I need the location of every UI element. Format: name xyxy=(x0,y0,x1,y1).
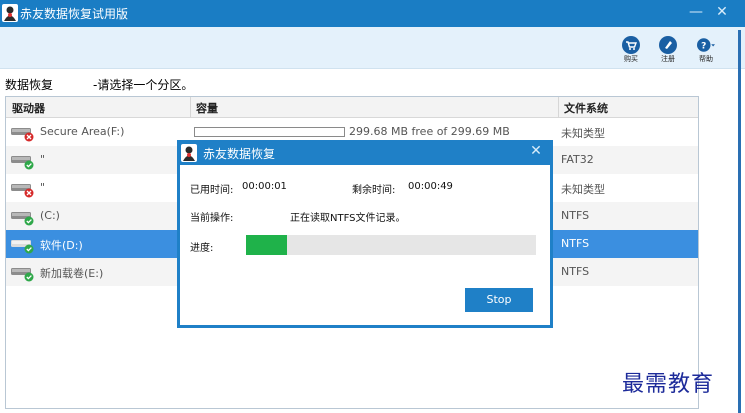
help-label: 帮助 xyxy=(699,55,713,63)
recovery-progress-dialog: 赤友数据恢复 ✕ 已用时间: 00:00:01 剩余时间: 00:00:49 当… xyxy=(177,140,553,328)
drive-name: 新加载卷(E:) xyxy=(40,267,104,280)
filesystem-value: 未知类型 xyxy=(561,127,605,140)
register-label: 注册 xyxy=(661,55,675,63)
column-header-drive[interactable]: 驱动器 xyxy=(12,100,45,116)
filesystem-value: NTFS xyxy=(561,209,590,222)
app-logo-icon xyxy=(181,144,197,162)
drive-ok-icon xyxy=(11,240,34,254)
column-divider xyxy=(558,97,559,118)
window-title: 赤友数据恢复试用版 xyxy=(20,7,129,21)
column-divider xyxy=(190,97,191,118)
elapsed-value: 00:00:01 xyxy=(242,181,287,192)
progress-label: 进度: xyxy=(190,243,214,254)
drive-error-icon xyxy=(11,184,34,198)
filesystem-value: 未知类型 xyxy=(561,183,605,196)
dialog-close-button[interactable]: ✕ xyxy=(529,143,543,159)
buy-label: 购买 xyxy=(624,55,638,63)
cart-icon xyxy=(622,36,640,54)
drive-name: (C:) xyxy=(40,209,60,222)
toolbar: 购买 注册 ? 帮助 xyxy=(0,27,745,69)
window-titlebar: 赤友数据恢复试用版 — ✕ xyxy=(0,0,745,27)
filesystem-value: NTFS xyxy=(561,265,590,278)
filesystem-value: NTFS xyxy=(561,237,590,250)
help-icon: ? xyxy=(697,38,715,52)
drive-name: Secure Area(F:) xyxy=(40,125,125,138)
remaining-label: 剩余时间: xyxy=(352,185,396,196)
dialog-title: 赤友数据恢复 xyxy=(203,147,276,161)
drive-error-icon xyxy=(11,128,34,142)
drive-name: " xyxy=(40,181,46,194)
progress-bar xyxy=(246,235,536,255)
table-header: 驱动器 容量 文件系统 xyxy=(6,97,698,118)
column-header-filesystem[interactable]: 文件系统 xyxy=(564,100,608,116)
app-logo-icon xyxy=(2,4,18,22)
dialog-body: 已用时间: 00:00:01 剩余时间: 00:00:49 当前操作: 正在读取… xyxy=(180,165,550,325)
operation-label: 当前操作: xyxy=(190,213,234,224)
progress-bar-fill xyxy=(246,235,287,255)
column-header-capacity[interactable]: 容量 xyxy=(196,100,218,116)
minimize-button[interactable]: — xyxy=(688,4,704,20)
page-hint: -请选择一个分区。 xyxy=(93,78,194,92)
remaining-value: 00:00:49 xyxy=(408,181,453,192)
window-edge-scrollbar[interactable] xyxy=(738,30,741,413)
filesystem-value: FAT32 xyxy=(561,153,594,166)
capacity-bar xyxy=(194,127,345,137)
drive-ok-icon xyxy=(11,268,34,282)
page-title: 数据恢复 xyxy=(5,78,54,92)
register-icon xyxy=(659,36,677,54)
watermark-text: 最需教育 xyxy=(622,372,715,397)
elapsed-label: 已用时间: xyxy=(190,185,234,196)
buy-button[interactable]: 购买 xyxy=(616,36,646,66)
drive-ok-icon xyxy=(11,212,34,226)
svg-text:?: ? xyxy=(701,41,706,51)
register-button[interactable]: 注册 xyxy=(653,36,683,66)
operation-value: 正在读取NTFS文件记录。 xyxy=(290,213,406,224)
help-button[interactable]: ? 帮助 xyxy=(691,36,721,66)
drive-name: 软件(D:) xyxy=(40,239,83,252)
close-window-button[interactable]: ✕ xyxy=(714,4,730,20)
drive-name: " xyxy=(40,153,46,166)
dialog-titlebar[interactable]: 赤友数据恢复 ✕ xyxy=(177,140,553,165)
capacity-text: 299.68 MB free of 299.69 MB xyxy=(349,125,510,138)
drive-ok-icon xyxy=(11,156,34,170)
stop-button[interactable]: Stop xyxy=(465,288,533,312)
